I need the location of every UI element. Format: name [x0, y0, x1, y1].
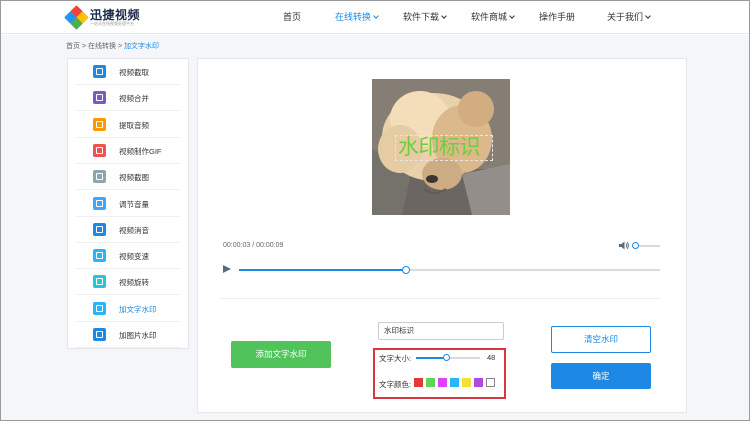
breadcrumb: 首页 > 在线转换 > 加文字水印 [66, 41, 159, 51]
sidebar-item[interactable]: 视频制作GIF [76, 138, 180, 164]
nav-about-label: 关于我们 [607, 12, 644, 22]
gif-icon [93, 143, 106, 157]
sidebar-item[interactable]: 视频变速 [76, 243, 180, 270]
nav-software-store[interactable]: 软件商城 [471, 0, 515, 34]
brand-tagline: 一站式在线视频处理平台 [90, 21, 134, 26]
site-logo[interactable]: 迅捷视频 一站式在线视频处理平台 [64, 5, 146, 30]
time-display: 00:00:03 / 00:00:09 [223, 242, 283, 249]
duration: 00:00:09 [256, 242, 284, 249]
merge-icon [93, 91, 106, 105]
nav-online-convert-label: 在线转换 [335, 12, 372, 22]
text-color-label: 文字颜色: [379, 380, 412, 389]
nav-software-download[interactable]: 软件下载 [403, 0, 447, 34]
sidebar-item-label: 视频旋转 [119, 278, 149, 288]
text-size-slider-fill [416, 357, 445, 359]
color-swatch[interactable] [450, 378, 459, 387]
breadcrumb-separator: > [117, 43, 123, 50]
top-header: 迅捷视频 一站式在线视频处理平台 首页 在线转换 软件下载 软件商城 操作手册 … [0, 0, 750, 34]
mute-icon [93, 222, 106, 236]
text-size-label: 文字大小: [379, 354, 412, 363]
breadcrumb-section[interactable]: 在线转换 [88, 43, 116, 50]
breadcrumb-separator: > [81, 43, 87, 50]
sidebar-item[interactable]: 视频合并 [76, 85, 180, 112]
scissors-icon [93, 170, 106, 184]
watermark-text-overlay[interactable]: 水印标识 [398, 135, 481, 159]
sidebar-item[interactable]: 提取音频 [76, 112, 180, 138]
volume-icon [93, 196, 106, 210]
play-icon[interactable] [223, 265, 231, 273]
chevron-down-icon [441, 13, 447, 19]
sidebar-item[interactable]: 加图片水印 [76, 322, 180, 348]
time-separator: / [252, 242, 255, 249]
sidebar-item-label: 加图片水印 [119, 331, 157, 340]
color-swatch[interactable] [426, 378, 435, 387]
seek-bar-progress [239, 269, 404, 271]
chevron-down-icon [373, 13, 379, 19]
image-watermark-icon [93, 328, 106, 341]
sidebar-item[interactable]: 视频截取 [76, 59, 180, 85]
logo-icon [64, 5, 89, 30]
chevron-down-icon [645, 13, 651, 19]
clear-watermark-button[interactable]: 清空水印 [551, 326, 651, 353]
breadcrumb-current: 加文字水印 [124, 43, 159, 50]
nav-manual[interactable]: 操作手册 [539, 0, 575, 34]
sidebar-item-label: 视频截图 [119, 173, 149, 183]
color-swatch[interactable] [486, 378, 495, 387]
nav-home[interactable]: 首页 [283, 0, 301, 34]
nav-about[interactable]: 关于我们 [607, 0, 651, 34]
text-size-value: 48 [487, 353, 496, 362]
rotate-icon [93, 275, 106, 289]
breadcrumb-home[interactable]: 首页 [66, 43, 80, 50]
sidebar-item-label: 加文字水印 [119, 304, 157, 314]
add-text-watermark-button[interactable]: 添加文字水印 [231, 341, 331, 368]
nav-manual-label: 操作手册 [539, 12, 576, 22]
seek-bar-handle[interactable] [402, 266, 410, 274]
tool-sidebar: 视频截取视频合并提取音频视频制作GIF 视频截图调节音量视频消音视频变速视频旋转加… [67, 58, 189, 349]
sidebar-item-label: 视频消音 [119, 225, 149, 235]
color-swatch[interactable] [474, 378, 483, 387]
volume-icon[interactable] [619, 241, 629, 250]
headphones-icon [93, 117, 106, 131]
confirm-button[interactable]: 确定 [551, 363, 651, 389]
color-swatch[interactable] [438, 378, 447, 387]
nav-software-store-label: 软件商城 [471, 12, 508, 22]
sidebar-item[interactable]: 视频旋转 [76, 269, 180, 296]
sidebar-item-label: 视频变速 [119, 252, 149, 262]
nav-home-label: 首页 [283, 12, 302, 22]
sidebar-item[interactable]: 加文字水印 [76, 296, 180, 322]
sidebar-item[interactable]: 视频截图 [76, 164, 180, 191]
sidebar-item[interactable]: 调节音量 [76, 191, 180, 217]
color-swatch[interactable] [414, 378, 423, 387]
speed-icon [93, 249, 106, 263]
current-time: 00:00:03 [223, 242, 251, 249]
text-watermark-icon [93, 301, 106, 315]
volume-slider-handle[interactable] [632, 242, 639, 249]
sidebar-item-label: 视频截取 [119, 68, 149, 77]
sidebar-item-label: 调节音量 [119, 199, 149, 209]
crop-icon [93, 65, 106, 78]
nav-software-download-label: 软件下载 [403, 12, 440, 22]
watermark-text-input[interactable]: 水印标识 [378, 322, 504, 340]
chevron-down-icon [509, 13, 515, 19]
sidebar-item[interactable]: 视频消音 [76, 217, 180, 243]
sidebar-item-label: 提取音频 [119, 120, 149, 130]
color-swatch[interactable] [462, 378, 471, 387]
sidebar-item-label: 视频合并 [119, 94, 149, 104]
text-size-slider-handle[interactable] [443, 354, 450, 361]
nav-online-convert[interactable]: 在线转换 [335, 0, 379, 34]
panel-divider [219, 298, 661, 299]
sidebar-item-label: 视频制作GIF [119, 146, 162, 156]
